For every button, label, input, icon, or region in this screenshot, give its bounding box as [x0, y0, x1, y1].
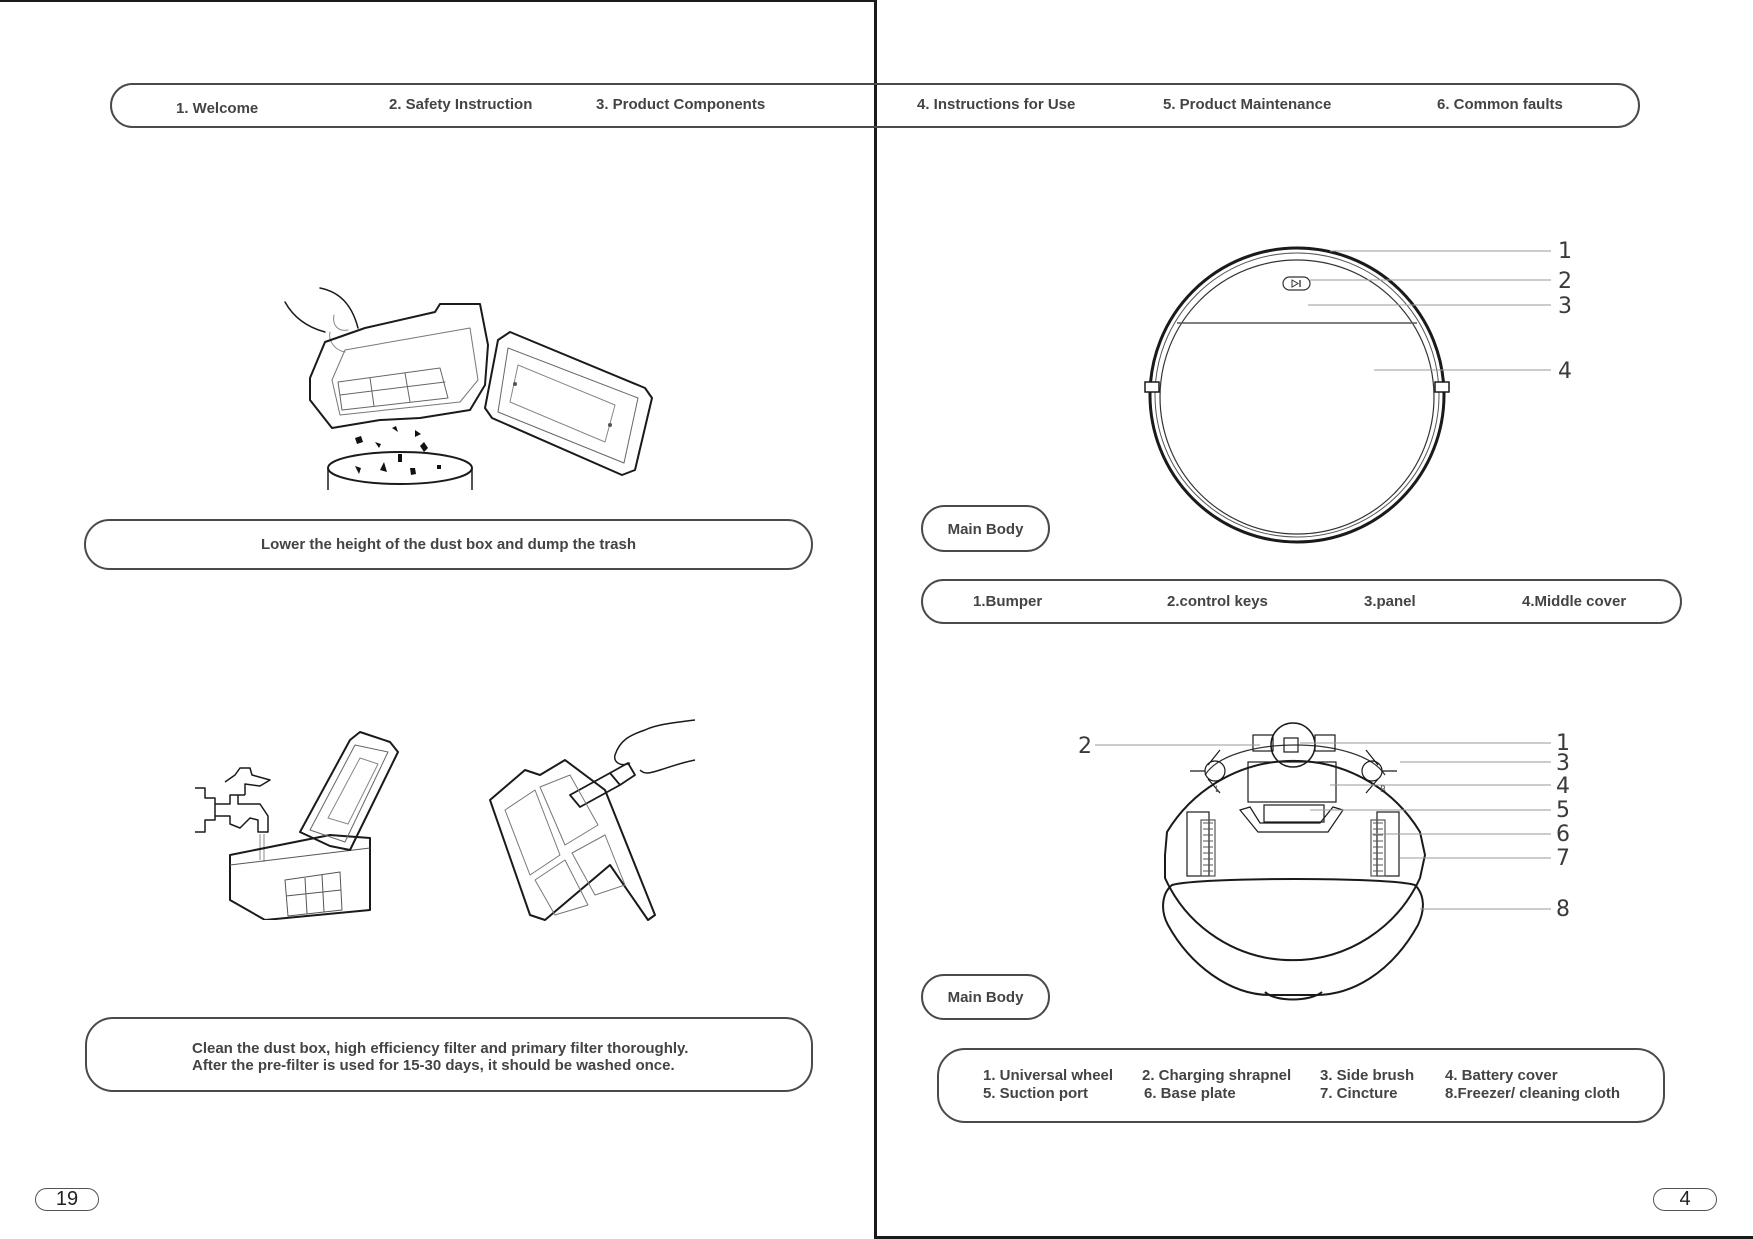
callout-3: 3 [1558, 294, 1572, 319]
robot-bumper-inner [1154, 252, 1440, 538]
legend-item-charging-shrapnel: 2. Charging shrapnel [1142, 1067, 1292, 1084]
callout-4: 4 [1556, 774, 1570, 799]
nav-item-common-faults[interactable]: 6. Common faults [1437, 96, 1563, 113]
page-number-left: 19 [35, 1188, 99, 1211]
suction-port [1263, 804, 1325, 823]
legend-item-universal-wheel: 1. Universal wheel [983, 1067, 1114, 1084]
callout-8: 8 [1556, 897, 1570, 922]
cleaning-brush [569, 762, 636, 808]
legend-item-base-plate: 6. Base plate [1144, 1085, 1236, 1102]
legend-item-middle-cover: 4.Middle cover [1522, 593, 1627, 610]
base-plate-bracket [1238, 806, 1344, 833]
wheel-label-left: L [1215, 785, 1220, 795]
legend-item-side-brush: 3. Side brush [1320, 1067, 1415, 1084]
dust-box-lid [484, 331, 653, 476]
robot-bumper-outer [1148, 246, 1446, 544]
callout-5: 5 [1556, 798, 1570, 823]
top-view-legend: 1.Bumper 2.control keys 3.panel 4.Middle… [921, 579, 1682, 624]
callout-2: 2 [1558, 269, 1572, 294]
step-caption-line-1: Clean the dust box, high efficiency filt… [192, 1040, 689, 1057]
main-body-title: Main Body [947, 989, 1024, 1006]
step-caption-clean-filters: Clean the dust box, high efficiency filt… [85, 1017, 813, 1092]
callout-2: 2 [1078, 734, 1092, 759]
callout-7: 7 [1556, 846, 1570, 871]
callout-1: 1 [1558, 239, 1572, 264]
filter-grid [337, 367, 449, 411]
legend-item-suction-port: 5. Suction port [983, 1085, 1088, 1102]
robot-panel [1159, 259, 1435, 535]
legend-item-freezer-cleaning-cloth: 8.Freezer/ cleaning cloth [1445, 1085, 1621, 1102]
step-caption-line-2: After the pre-filter is used for 15-30 d… [192, 1057, 675, 1074]
drive-wheel-left [1186, 811, 1216, 877]
dust-box-inner [331, 327, 479, 416]
mop-cloth-plate [1162, 878, 1424, 996]
page-top-border [0, 0, 875, 2]
faucet-icon [195, 767, 271, 833]
legend-item-battery-cover: 4. Battery cover [1445, 1067, 1558, 1084]
legend-item-control-keys: 2.control keys [1167, 593, 1268, 610]
legend-item-bumper: 1.Bumper [973, 593, 1043, 610]
dust-box-dump-illustration [284, 287, 653, 490]
debris-particles [355, 426, 441, 475]
robot-bottom-view-diagram: L R 2 1 3 4 5 6 7 8 [1078, 722, 1570, 1001]
step-caption-text: Lower the height of the dust box and dum… [261, 536, 636, 553]
hand-outline [613, 719, 696, 774]
main-body-label-bottom: Main Body [921, 974, 1050, 1020]
filter-grid [284, 871, 343, 917]
hand-fingers [329, 314, 349, 353]
nav-item-instructions-for-use[interactable]: 4. Instructions for Use [917, 96, 1075, 113]
drive-wheel-right [1370, 811, 1400, 877]
hand-outline [284, 287, 359, 333]
callout-3: 3 [1556, 751, 1570, 776]
robot-top-view-diagram: 1 2 3 4 [1144, 239, 1572, 544]
dust-box-body [309, 303, 489, 429]
nav-item-product-maintenance[interactable]: 5. Product Maintenance [1163, 96, 1331, 113]
step-caption-dump-trash: Lower the height of the dust box and dum… [84, 519, 813, 570]
callout-4: 4 [1558, 359, 1572, 384]
nav-item-product-components[interactable]: 3. Product Components [596, 96, 765, 113]
legend-item-panel: 3.panel [1364, 593, 1416, 610]
wheel-label-right: R [1380, 785, 1386, 795]
chapter-nav-bar: 1. Welcome 2. Safety Instruction 3. Prod… [110, 83, 1640, 128]
nav-item-safety-instruction[interactable]: 2. Safety Instruction [389, 96, 532, 113]
page-number-right: 4 [1653, 1188, 1717, 1211]
brush-filter-illustration [489, 719, 696, 921]
battery-cover [1247, 761, 1337, 803]
play-pause-icon [1282, 276, 1311, 291]
lid-recess [509, 364, 616, 443]
nav-item-welcome[interactable]: 1. Welcome [176, 100, 258, 117]
dust-box-lid-open [299, 731, 399, 851]
main-body-title: Main Body [947, 521, 1024, 538]
page-spread-divider [874, 0, 877, 1239]
legend-item-cincture: 7. Cincture [1320, 1085, 1398, 1102]
rinse-dust-box-illustration [195, 731, 399, 920]
bottom-view-legend: 1. Universal wheel 2. Charging shrapnel … [937, 1048, 1665, 1123]
main-body-label-top: Main Body [921, 505, 1050, 552]
callout-6: 6 [1556, 822, 1570, 847]
